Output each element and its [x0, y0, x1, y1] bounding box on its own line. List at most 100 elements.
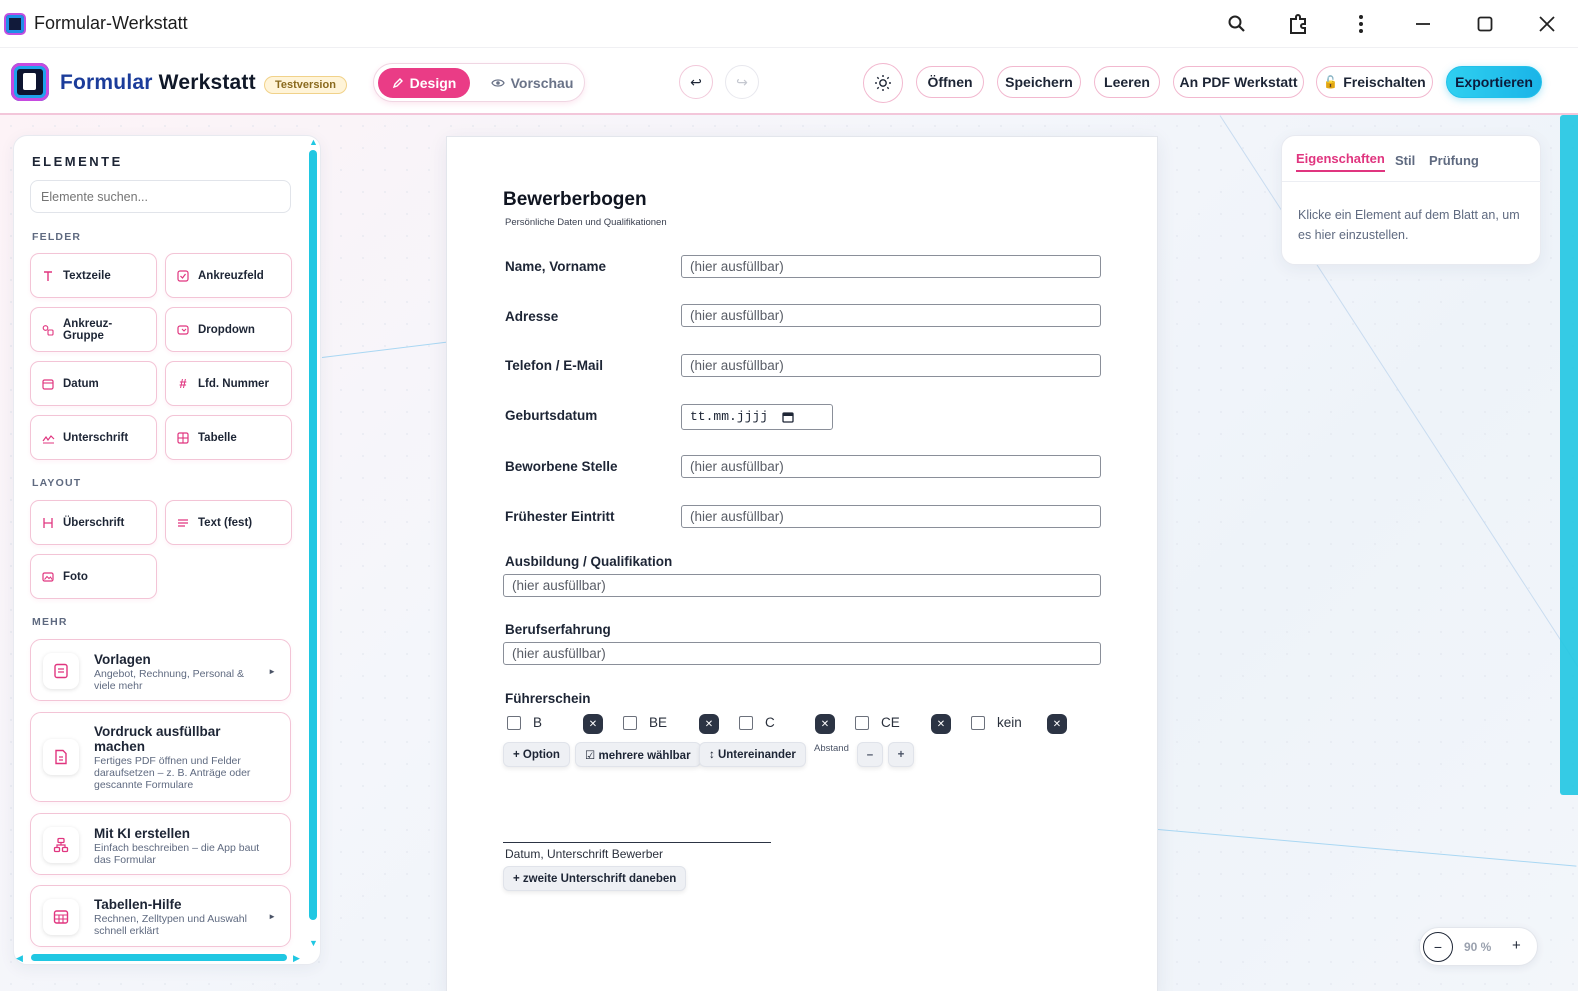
stacked-layout-toggle[interactable]: ↕ Untereinander [699, 742, 806, 767]
element-foto[interactable]: Foto [30, 554, 157, 599]
remove-option-icon[interactable]: ✕ [931, 714, 951, 734]
mode-design-button[interactable]: Design [378, 68, 470, 98]
label-start[interactable]: Frühester Eintritt [505, 509, 615, 524]
scroll-right-icon[interactable]: ▶ [293, 953, 300, 964]
tab-eigenschaften[interactable]: Eigenschaften [1296, 151, 1385, 172]
input-contact[interactable]: (hier ausfüllbar) [681, 354, 1101, 377]
element-datum[interactable]: Datum [30, 361, 157, 406]
element-ankreuz-gruppe[interactable]: Ankreuz-Gruppe [30, 307, 157, 352]
input-start[interactable]: (hier ausfüllbar) [681, 505, 1101, 528]
checkbox-b[interactable] [507, 716, 521, 730]
element-textzeile[interactable]: Textzeile [30, 253, 157, 298]
signature-label[interactable]: Datum, Unterschrift Bewerber [505, 847, 663, 861]
spacing-label: Abstand [814, 743, 849, 754]
more-menu-icon[interactable] [1330, 0, 1392, 48]
zoom-in-button[interactable]: + [1512, 937, 1521, 954]
checkbox-c[interactable] [739, 716, 753, 730]
document-icon [43, 739, 79, 775]
input-address[interactable]: (hier ausfüllbar) [681, 304, 1101, 327]
redo-button[interactable]: ↪ [725, 65, 759, 99]
label-license[interactable]: Führerschein [505, 691, 591, 706]
calendar-icon[interactable] [782, 411, 794, 423]
spacing-increase-button[interactable]: + [888, 742, 914, 767]
panel-title: ELEMENTE [32, 154, 123, 169]
minimize-icon[interactable] [1392, 0, 1454, 48]
label-birthdate[interactable]: Geburtsdatum [505, 408, 597, 423]
scroll-left-icon[interactable]: ◀ [16, 953, 23, 964]
checkbox-icon [176, 269, 190, 283]
multi-select-toggle[interactable]: ☑ mehrere wählbar [575, 742, 701, 767]
signature-line[interactable] [503, 842, 771, 843]
element-unterschrift[interactable]: Unterschrift [30, 415, 157, 460]
heading-icon [41, 516, 55, 530]
element-ankreuzfeld[interactable]: Ankreuzfeld [165, 253, 292, 298]
undo-icon: ↩ [690, 73, 702, 90]
tab-pruefung[interactable]: Prüfung [1429, 153, 1479, 168]
input-birthdate[interactable]: tt.mm.jjjj [681, 404, 833, 430]
properties-hint: Klicke ein Element auf dem Blatt an, um … [1298, 208, 1520, 242]
element-text-fest[interactable]: Text (fest) [165, 500, 292, 545]
properties-panel: Eigenschaften Stil Prüfung Klicke ein El… [1281, 135, 1542, 265]
tab-stil[interactable]: Stil [1395, 153, 1415, 168]
checkbox-be[interactable] [623, 716, 637, 730]
spacing-decrease-button[interactable]: – [857, 742, 883, 767]
open-button[interactable]: Öffnen [916, 66, 984, 98]
element-tabelle[interactable]: Tabelle [165, 415, 292, 460]
clear-button[interactable]: Leeren [1094, 66, 1160, 98]
zoom-control: − 90 % + [1419, 927, 1538, 966]
input-position[interactable]: (hier ausfüllbar) [681, 455, 1101, 478]
form-title[interactable]: Bewerberbogen [503, 189, 647, 211]
chevron-right-icon: ► [268, 667, 276, 676]
form-subtitle[interactable]: Persönliche Daten und Qualifikationen [505, 217, 667, 228]
undo-button[interactable]: ↩ [679, 65, 713, 99]
pdf-werkstatt-button[interactable]: An PDF Werkstatt [1173, 66, 1304, 98]
input-name[interactable]: (hier ausfüllbar) [681, 255, 1101, 278]
elements-search-input[interactable] [30, 180, 291, 213]
zoom-level: 90 % [1464, 940, 1492, 954]
export-button[interactable]: Exportieren [1446, 66, 1542, 98]
element-dropdown[interactable]: Dropdown [165, 307, 292, 352]
horizontal-scrollbar[interactable] [31, 954, 287, 961]
element-ueberschrift[interactable]: Überschrift [30, 500, 157, 545]
label-address[interactable]: Adresse [505, 309, 558, 324]
card-vorlagen[interactable]: Vorlagen Angebot, Rechnung, Personal & v… [30, 639, 291, 701]
label-education[interactable]: Ausbildung / Qualifikation [505, 554, 672, 569]
maximize-icon[interactable] [1454, 0, 1516, 48]
remove-option-icon[interactable]: ✕ [699, 714, 719, 734]
add-second-signature-button[interactable]: + zweite Unterschrift daneben [503, 866, 687, 891]
checkbox-kein[interactable] [971, 716, 985, 730]
label-experience[interactable]: Berufserfahrung [505, 622, 611, 637]
card-ki[interactable]: Mit KI erstellen Einfach beschreiben – d… [30, 813, 291, 875]
remove-option-icon[interactable]: ✕ [1047, 714, 1067, 734]
lock-icon: 🔓 [1323, 75, 1339, 89]
dropdown-icon [176, 323, 190, 337]
option-label: C [765, 715, 775, 730]
scroll-up-icon[interactable]: ▲ [309, 137, 318, 147]
search-icon[interactable] [1206, 0, 1268, 48]
card-tabellen-hilfe[interactable]: Tabellen-Hilfe Rechnen, Zelltypen und Au… [30, 885, 291, 947]
add-option-button[interactable]: + Option [503, 742, 570, 767]
element-lfd-nummer[interactable]: # Lfd. Nummer [165, 361, 292, 406]
input-education[interactable]: (hier ausfüllbar) [503, 574, 1101, 597]
option-label: B [533, 715, 543, 730]
checkbox-ce[interactable] [855, 716, 869, 730]
theme-toggle-button[interactable] [863, 63, 903, 103]
zoom-out-button[interactable]: − [1423, 932, 1453, 962]
mode-preview-button[interactable]: Vorschau [482, 68, 582, 98]
label-position[interactable]: Beworbene Stelle [505, 459, 618, 474]
close-icon[interactable] [1516, 0, 1578, 48]
input-experience[interactable]: (hier ausfüllbar) [503, 642, 1101, 665]
save-button[interactable]: Speichern [997, 66, 1081, 98]
label-contact[interactable]: Telefon / E-Mail [505, 358, 603, 373]
scroll-down-icon[interactable]: ▼ [309, 938, 318, 948]
label-name[interactable]: Name, Vorname [505, 259, 606, 274]
pencil-icon [392, 78, 403, 89]
remove-option-icon[interactable]: ✕ [815, 714, 835, 734]
remove-option-icon[interactable]: ✕ [583, 714, 603, 734]
unlock-button[interactable]: 🔓 Freischalten [1316, 66, 1433, 98]
extension-icon[interactable] [1268, 0, 1330, 48]
card-vordruck[interactable]: Vordruck ausfüllbar machen Fertiges PDF … [30, 712, 291, 802]
section-fields-title: FELDER [32, 231, 82, 243]
option-label: kein [997, 715, 1022, 730]
vertical-scrollbar[interactable] [309, 150, 317, 920]
